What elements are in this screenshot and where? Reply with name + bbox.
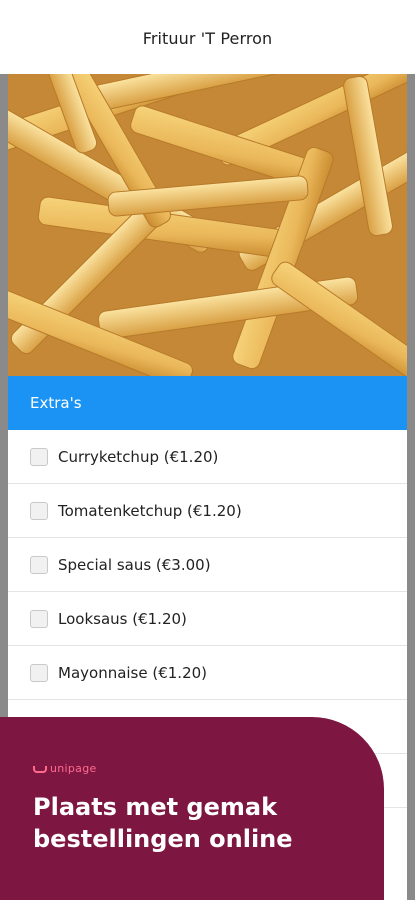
checkbox[interactable] bbox=[30, 609, 48, 628]
checkbox[interactable] bbox=[30, 663, 48, 682]
right-edge-shade bbox=[407, 74, 415, 900]
extra-option-mayonnaise[interactable]: Mayonnaise (€1.20) bbox=[8, 646, 407, 700]
unipage-logo-icon bbox=[33, 766, 47, 773]
promo-banner: unipage Plaats met gemak bestellingen on… bbox=[0, 717, 384, 900]
checkbox[interactable] bbox=[30, 555, 48, 574]
checkbox[interactable] bbox=[30, 447, 48, 466]
page-title: Frituur 'T Perron bbox=[142, 28, 273, 48]
extra-option-special-saus[interactable]: Special saus (€3.00) bbox=[8, 538, 407, 592]
extra-option-curryketchup[interactable]: Curryketchup (€1.20) bbox=[8, 430, 407, 484]
unipage-logo: unipage bbox=[33, 761, 384, 775]
brand-name: unipage bbox=[50, 762, 97, 775]
extra-option-looksaus[interactable]: Looksaus (€1.20) bbox=[8, 592, 407, 646]
extra-option-label: Looksaus (€1.20) bbox=[58, 609, 187, 628]
extra-option-tomatenketchup[interactable]: Tomatenketchup (€1.20) bbox=[8, 484, 407, 538]
product-image bbox=[8, 74, 407, 376]
extra-option-label: Tomatenketchup (€1.20) bbox=[58, 501, 242, 520]
app-header: Frituur 'T Perron bbox=[0, 0, 415, 74]
extras-title: Extra's bbox=[30, 394, 82, 412]
extras-section-header: Extra's bbox=[8, 376, 407, 430]
fries-image-icon bbox=[8, 74, 407, 376]
extra-option-label: Special saus (€3.00) bbox=[58, 555, 211, 574]
checkbox[interactable] bbox=[30, 501, 48, 520]
extra-option-label: Mayonnaise (€1.20) bbox=[58, 663, 208, 682]
extra-option-label: Curryketchup (€1.20) bbox=[58, 447, 219, 466]
promo-headline: Plaats met gemak bestellingen online bbox=[33, 793, 293, 853]
